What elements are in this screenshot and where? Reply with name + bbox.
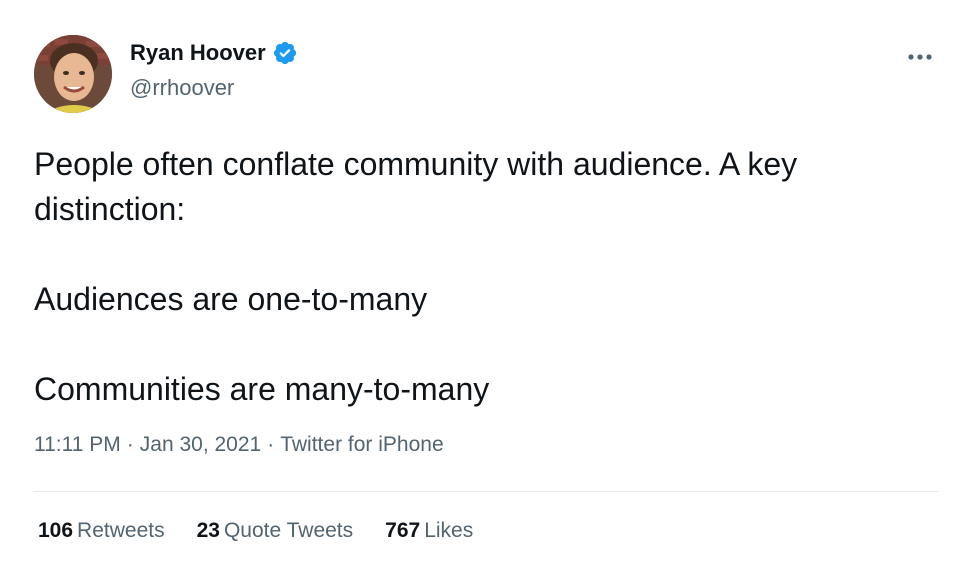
retweets-count: 106: [38, 519, 74, 542]
quote-tweets-count: 23: [196, 519, 220, 542]
avatar-image: [34, 35, 112, 113]
quote-tweets-stat[interactable]: 23 Quote Tweets: [197, 519, 354, 543]
tweet-stats: 106 Retweets 23 Quote Tweets 767 Likes: [38, 519, 473, 543]
author-name-text[interactable]: Ryan Hoover: [130, 40, 266, 66]
tweet-source[interactable]: Twitter for iPhone: [280, 433, 443, 456]
avatar[interactable]: [34, 35, 112, 113]
more-horizontal-icon: [908, 54, 932, 60]
meta-separator: ·: [126, 433, 134, 456]
divider: [34, 491, 938, 492]
tweet-card: Ryan Hoover @rrhoover People often confl…: [0, 0, 964, 570]
tweet-line: People often conflate community with aud…: [34, 146, 798, 227]
tweet-date[interactable]: Jan 30, 2021: [140, 433, 261, 456]
tweet-line: Audiences are one-to-many: [34, 281, 428, 317]
verified-badge-icon: [272, 40, 298, 66]
retweets-stat[interactable]: 106 Retweets: [38, 519, 165, 543]
meta-separator: ·: [267, 433, 275, 456]
tweet-metadata: 11:11 PM · Jan 30, 2021 · Twitter for iPhone: [34, 433, 444, 457]
retweets-label: Retweets: [77, 519, 165, 542]
author-name[interactable]: Ryan Hoover: [130, 40, 298, 66]
tweet-line: Communities are many-to-many: [34, 371, 490, 407]
tweet-time[interactable]: 11:11 PM: [34, 433, 121, 456]
tweet-text: People often conflate community with aud…: [34, 142, 944, 412]
author-handle[interactable]: @rrhoover: [130, 75, 234, 101]
likes-label: Likes: [424, 519, 474, 542]
likes-stat[interactable]: 767 Likes: [385, 519, 473, 543]
quote-tweets-label: Quote Tweets: [223, 519, 354, 542]
likes-count: 767: [385, 519, 421, 542]
more-options-button[interactable]: [898, 42, 942, 72]
